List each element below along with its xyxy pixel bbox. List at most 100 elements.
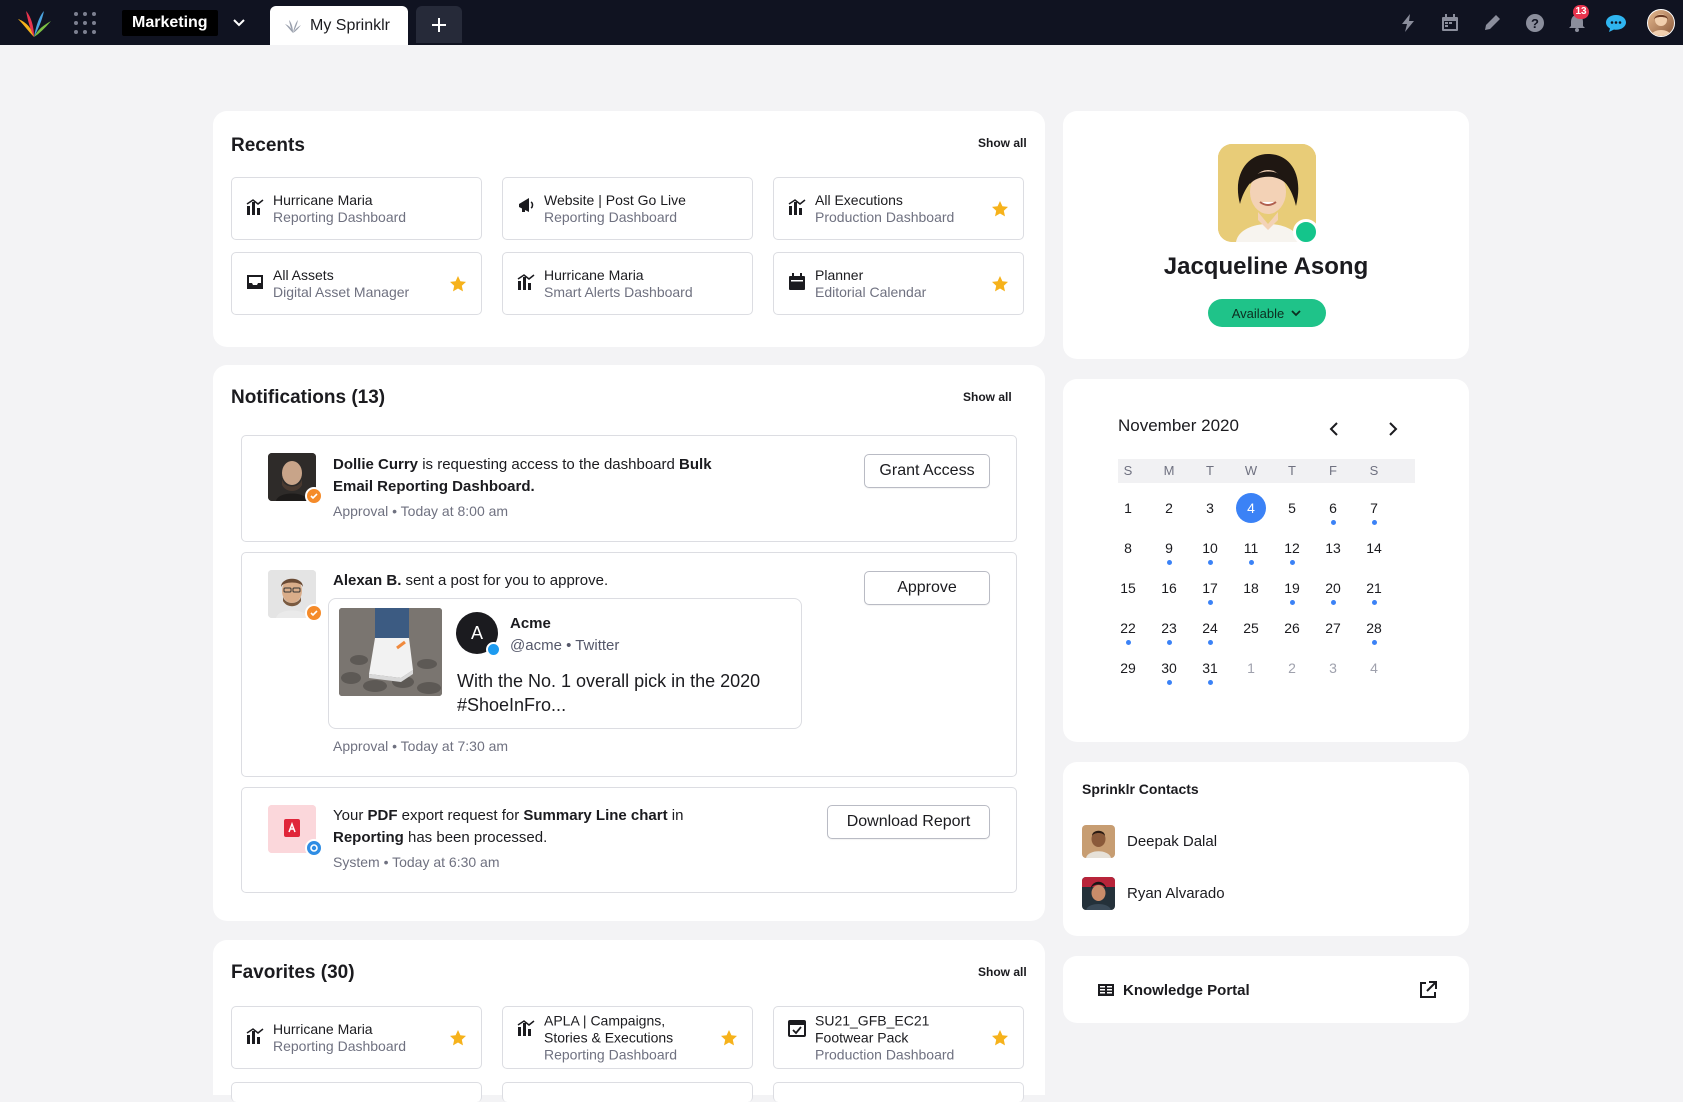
star-icon[interactable] <box>991 200 1009 218</box>
calendar-day[interactable]: 3 <box>1318 653 1348 683</box>
star-icon[interactable] <box>720 1029 738 1047</box>
calendar-icon[interactable] <box>1438 11 1462 35</box>
calendar-day[interactable]: 13 <box>1318 533 1348 563</box>
calendar-day[interactable]: 17 <box>1195 573 1225 603</box>
notification-message: export request for <box>397 807 524 824</box>
calendar-day[interactable]: 23 <box>1154 613 1184 643</box>
calendar-day[interactable]: 1 <box>1113 493 1143 523</box>
megaphone-icon <box>519 198 534 212</box>
calendar-day[interactable]: 26 <box>1277 613 1307 643</box>
bar-chart-icon <box>246 1028 264 1044</box>
plus-icon <box>432 17 446 32</box>
star-icon[interactable] <box>449 275 467 293</box>
workspace-selector[interactable]: Marketing <box>122 8 246 38</box>
bar-chart-icon <box>517 1020 535 1036</box>
tile-title: APLA | Campaigns, <box>544 1012 666 1028</box>
recent-tile[interactable]: Hurricane Maria Reporting Dashboard <box>231 177 482 240</box>
favorite-tile[interactable] <box>231 1082 482 1102</box>
calendar-day[interactable]: 11 <box>1236 533 1266 563</box>
recents-title: Recents <box>231 135 305 156</box>
contact-name: Ryan Alvarado <box>1127 884 1225 902</box>
calendar-day[interactable]: 2 <box>1277 653 1307 683</box>
contact-item[interactable]: Ryan Alvarado <box>1082 876 1225 910</box>
add-tab-button[interactable] <box>416 6 462 43</box>
top-bar: Marketing My Sprinklr ? 13 <box>0 0 1683 45</box>
calendar-day[interactable]: 12 <box>1277 533 1307 563</box>
star-icon[interactable] <box>991 275 1009 293</box>
contact-item[interactable]: Deepak Dalal <box>1082 824 1217 858</box>
status-dropdown[interactable]: Available <box>1208 299 1326 327</box>
bar-chart-icon <box>517 274 535 290</box>
calendar-event-dot <box>1126 640 1131 645</box>
tab-my-sprinklr[interactable]: My Sprinklr <box>270 6 408 45</box>
star-icon[interactable] <box>449 1029 467 1047</box>
calendar-day[interactable]: 6 <box>1318 493 1348 523</box>
calendar-day[interactable]: 31 <box>1195 653 1225 683</box>
calendar-day[interactable]: 21 <box>1359 573 1389 603</box>
calendar-day[interactable]: 29 <box>1113 653 1143 683</box>
recent-tile[interactable]: All Assets Digital Asset Manager <box>231 252 482 315</box>
external-link-icon[interactable] <box>1418 980 1438 1000</box>
favorite-tile[interactable]: APLA | Campaigns, Stories & Executions Rep… <box>502 1006 753 1069</box>
app-launcher-grid-icon[interactable] <box>74 12 98 34</box>
recent-tile[interactable]: Planner Editorial Calendar <box>773 252 1024 315</box>
download-report-button[interactable]: Download Report <box>827 805 990 839</box>
favorite-tile[interactable]: Hurricane Maria Reporting Dashboard <box>231 1006 482 1069</box>
bar-chart-icon <box>246 199 264 215</box>
chat-icon[interactable] <box>1604 11 1628 35</box>
calendar-day[interactable]: 19 <box>1277 573 1307 603</box>
calendar-day[interactable]: 30 <box>1154 653 1184 683</box>
calendar-day[interactable]: 16 <box>1154 573 1184 603</box>
notifications-show-all-link[interactable]: Show all <box>963 390 1012 404</box>
calendar-day[interactable]: 2 <box>1154 493 1184 523</box>
calendar-day[interactable]: 28 <box>1359 613 1389 643</box>
notification-count-badge: 13 <box>1573 5 1589 19</box>
favorites-show-all-link[interactable]: Show all <box>978 965 1027 979</box>
calendar-day[interactable]: 4 <box>1359 653 1389 683</box>
favorite-tile[interactable]: SU21_GFB_EC21 Footwear Pack Production Das… <box>773 1006 1024 1069</box>
calendar-day[interactable]: 1 <box>1236 653 1266 683</box>
recent-tile[interactable]: Hurricane Maria Smart Alerts Dashboard <box>502 252 753 315</box>
notification-item: Dollie Curry is requesting access to the… <box>241 435 1017 542</box>
notification-text: Alexan B. sent a post for you to approve… <box>333 570 608 592</box>
calendar-day[interactable]: 22 <box>1113 613 1143 643</box>
lightning-icon[interactable] <box>1396 11 1420 35</box>
post-preview[interactable]: A Acme @acme • Twitter With the No. 1 ov… <box>328 598 802 729</box>
calendar-event-dot <box>1249 560 1254 565</box>
calendar-day[interactable]: 7 <box>1359 493 1389 523</box>
tile-title: Planner <box>815 266 864 283</box>
calendar-event-dot <box>1290 560 1295 565</box>
calendar-event-dot <box>1167 560 1172 565</box>
calendar-day[interactable]: 25 <box>1236 613 1266 643</box>
help-icon[interactable]: ? <box>1523 11 1547 35</box>
recents-show-all-link[interactable]: Show all <box>978 136 1027 150</box>
recent-tile[interactable]: Website | Post Go Live Reporting Dashboar… <box>502 177 753 240</box>
user-avatar[interactable] <box>1647 9 1675 37</box>
calendar-day[interactable]: 9 <box>1154 533 1184 563</box>
recent-tile[interactable]: All Executions Production Dashboard <box>773 177 1024 240</box>
grant-access-button[interactable]: Grant Access <box>864 454 990 488</box>
calendar-day[interactable]: 8 <box>1113 533 1143 563</box>
knowledge-portal-link[interactable]: Knowledge Portal <box>1097 980 1250 1000</box>
tile-title: Hurricane Maria <box>273 191 373 208</box>
pencil-icon[interactable] <box>1480 11 1504 35</box>
calendar-day[interactable]: 20 <box>1318 573 1348 603</box>
calendar-day[interactable]: 24 <box>1195 613 1225 643</box>
calendar-day[interactable]: 10 <box>1195 533 1225 563</box>
calendar-day[interactable]: 15 <box>1113 573 1143 603</box>
sprinklr-logo-icon[interactable] <box>14 7 54 39</box>
calendar-day[interactable]: 5 <box>1277 493 1307 523</box>
notification-message: has been processed. <box>403 829 548 846</box>
calendar-day[interactable]: 18 <box>1236 573 1266 603</box>
favorite-tile[interactable] <box>502 1082 753 1102</box>
calendar-day[interactable]: 3 <box>1195 493 1225 523</box>
approve-button[interactable]: Approve <box>864 571 990 605</box>
calendar-day-today[interactable]: 4 <box>1236 493 1266 523</box>
calendar-day[interactable]: 27 <box>1318 613 1348 643</box>
star-icon[interactable] <box>991 1029 1009 1047</box>
chevron-left-icon[interactable] <box>1326 420 1344 438</box>
calendar-day[interactable]: 14 <box>1359 533 1389 563</box>
favorite-tile[interactable] <box>773 1082 1024 1102</box>
chevron-right-icon[interactable] <box>1383 420 1401 438</box>
notifications-title: Notifications (13) <box>231 387 386 408</box>
